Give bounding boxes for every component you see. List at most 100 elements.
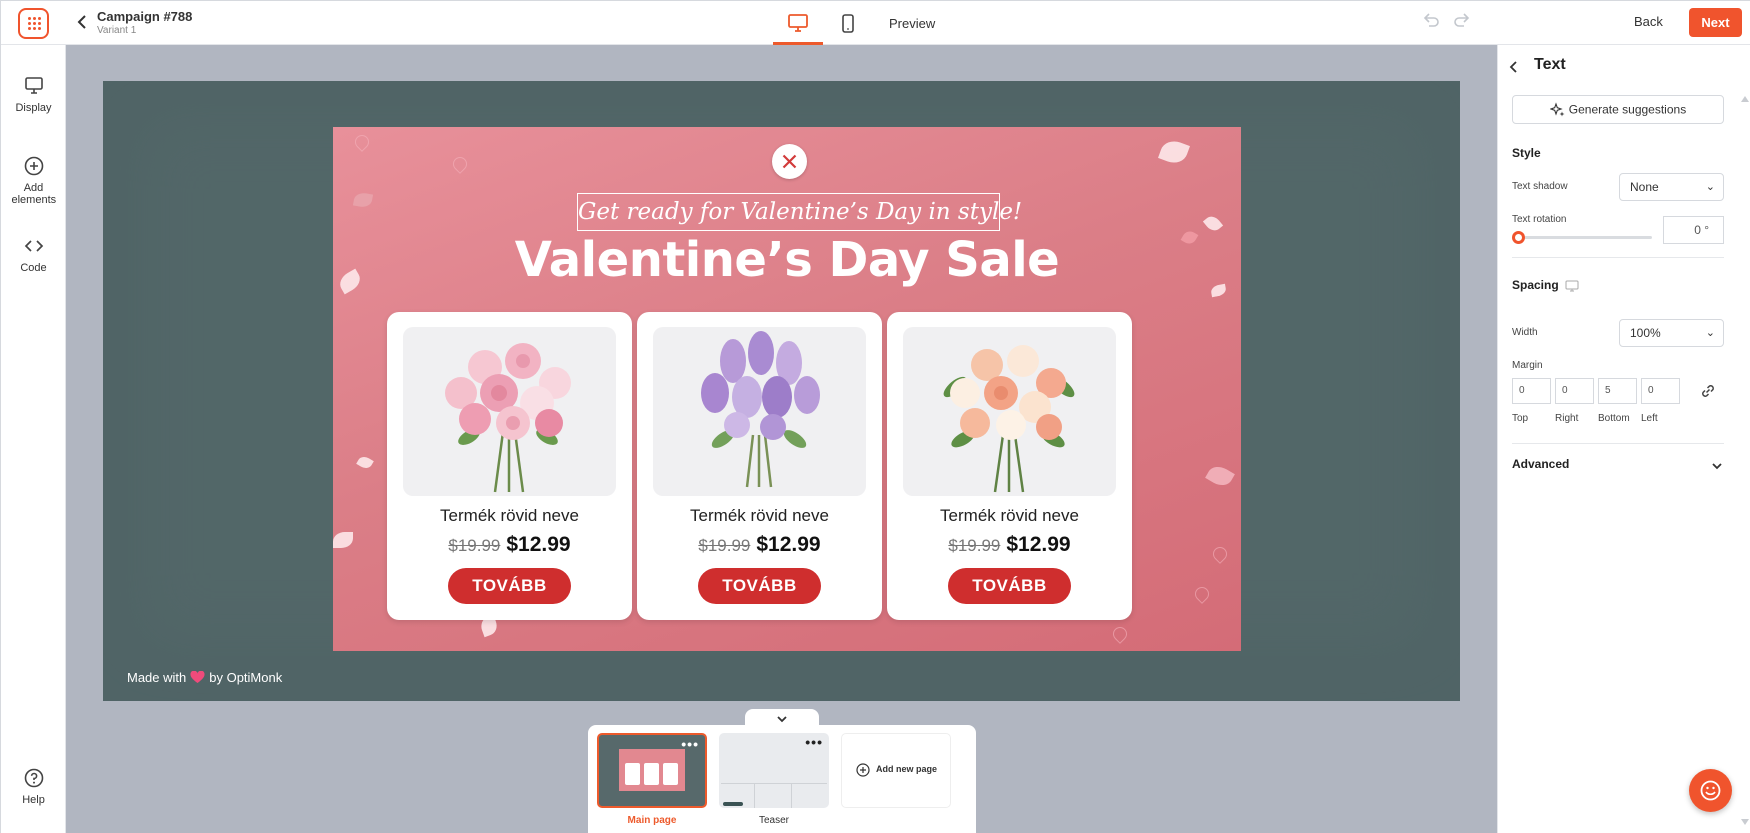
product-cta-button[interactable]: TOVÁBB xyxy=(698,568,821,604)
style-heading: Style xyxy=(1512,146,1541,160)
advanced-section-toggle[interactable]: Advanced xyxy=(1512,457,1724,477)
margin-right-label: Right xyxy=(1555,413,1579,424)
product-name[interactable]: Termék rövid neve xyxy=(387,506,632,526)
panel-title: Text xyxy=(1534,56,1566,73)
width-select[interactable]: 100% ⌄ xyxy=(1619,319,1724,347)
text-rotation-slider[interactable] xyxy=(1512,231,1654,245)
generate-suggestions-button[interactable]: Generate suggestions xyxy=(1512,95,1724,124)
preview-button[interactable]: Preview xyxy=(889,16,935,31)
product-card[interactable]: Termék rövid neve $19.99 $12.99 TOVÁBB xyxy=(887,312,1132,620)
chat-support-icon xyxy=(1700,780,1721,801)
plus-circle-icon xyxy=(24,156,43,176)
variant-name: Variant 1 xyxy=(97,25,137,36)
page-options-icon[interactable]: ••• xyxy=(681,737,699,751)
top-bar: Campaign #788 Variant 1 Preview Back Nex… xyxy=(1,1,1750,45)
editor-canvas: Get ready for Valentine’s Day in style! … xyxy=(66,45,1497,833)
page-thumbnail-main[interactable]: ••• xyxy=(597,733,707,808)
sale-price: $12.99 xyxy=(506,533,571,556)
add-new-page-button[interactable]: Add new page xyxy=(841,733,951,808)
sale-price: $12.99 xyxy=(1006,533,1071,556)
support-chat-button[interactable] xyxy=(1689,769,1732,812)
desktop-icon xyxy=(1565,280,1579,292)
generate-label: Generate suggestions xyxy=(1568,102,1687,117)
product-cta-button[interactable]: TOVÁBB xyxy=(448,568,571,604)
sidebar-item-help[interactable]: Help xyxy=(1,767,66,806)
optimonk-logo[interactable] xyxy=(18,8,49,39)
spacing-heading-label: Spacing xyxy=(1512,278,1559,292)
back-button[interactable]: Back xyxy=(1634,14,1663,29)
heart-decoration xyxy=(1210,544,1230,564)
redo-icon[interactable] xyxy=(1453,12,1471,34)
old-price: $19.99 xyxy=(448,536,501,555)
close-icon xyxy=(782,154,797,169)
width-value: 100% xyxy=(1630,326,1661,340)
page-label-teaser[interactable]: Teaser xyxy=(719,815,829,826)
product-image-lilac xyxy=(653,327,866,496)
sale-price: $12.99 xyxy=(756,533,821,556)
desktop-view-button[interactable] xyxy=(773,1,823,45)
heart-icon xyxy=(190,671,205,684)
chevron-down-icon xyxy=(1712,463,1722,470)
mobile-icon xyxy=(842,14,854,33)
sidebar-item-label: Add elements xyxy=(11,182,57,206)
margin-top-label: Top xyxy=(1512,413,1529,424)
product-card[interactable]: Termék rövid neve $19.99 $12.99 TOVÁBB xyxy=(387,312,632,620)
made-with-optimonk-badge[interactable]: Made with by OptiMonk xyxy=(127,669,282,685)
left-sidebar: Display Add elements Code Help xyxy=(1,45,66,833)
back-chevron-icon[interactable] xyxy=(76,13,88,31)
page-label-main[interactable]: Main page xyxy=(597,815,707,826)
product-card[interactable]: Termék rövid neve $19.99 $12.99 TOVÁBB xyxy=(637,312,882,620)
scroll-down-icon[interactable] xyxy=(1741,819,1749,825)
product-cta-button[interactable]: TOVÁBB xyxy=(948,568,1071,604)
divider xyxy=(1512,257,1724,258)
width-label: Width xyxy=(1512,327,1538,338)
monitor-icon xyxy=(24,77,43,94)
scroll-up-icon[interactable] xyxy=(1741,96,1749,102)
petal-decoration xyxy=(1158,137,1190,167)
mobile-view-button[interactable] xyxy=(836,13,860,35)
margin-label: Margin xyxy=(1512,360,1543,371)
code-icon xyxy=(24,240,43,252)
valentine-popup[interactable]: Get ready for Valentine’s Day in style! … xyxy=(333,127,1241,651)
chevron-down-icon: ⌄ xyxy=(1705,181,1715,193)
next-button[interactable]: Next xyxy=(1689,8,1742,37)
sidebar-item-code[interactable]: Code xyxy=(1,235,66,274)
heart-decoration xyxy=(352,132,372,152)
margin-top-input[interactable]: 0 xyxy=(1512,378,1551,404)
petal-decoration xyxy=(1205,462,1235,490)
text-shadow-select[interactable]: None ⌄ xyxy=(1619,173,1724,201)
divider xyxy=(1512,443,1724,444)
page-options-icon[interactable]: ••• xyxy=(805,735,823,749)
margin-bottom-label: Bottom xyxy=(1598,413,1630,424)
chevron-left-icon[interactable] xyxy=(1508,60,1520,74)
campaign-title[interactable]: Campaign #788 xyxy=(97,9,192,24)
add-page-label: Add new page xyxy=(876,764,938,774)
popup-close-button[interactable] xyxy=(772,144,807,179)
advanced-heading: Advanced xyxy=(1512,457,1570,471)
text-rotation-input[interactable]: 0 ° xyxy=(1663,216,1724,244)
margin-left-input[interactable]: 0 xyxy=(1641,378,1680,404)
made-with-prefix: Made with xyxy=(127,670,187,686)
chevron-down-icon xyxy=(777,716,787,723)
petal-decoration xyxy=(352,191,374,209)
sidebar-item-label: Display xyxy=(15,102,52,114)
product-name[interactable]: Termék rövid neve xyxy=(887,506,1132,526)
margin-bottom-input[interactable]: 5 xyxy=(1598,378,1637,404)
popup-headline[interactable]: Get ready for Valentine’s Day in style! xyxy=(577,193,1022,231)
sidebar-item-add-elements[interactable]: Add elements xyxy=(1,155,66,206)
popup-title[interactable]: Valentine’s Day Sale xyxy=(333,231,1241,289)
margin-left-label: Left xyxy=(1641,413,1658,424)
sidebar-item-display[interactable]: Display xyxy=(1,75,66,114)
thumb-popup-preview xyxy=(619,749,685,791)
margin-right-input[interactable]: 0 xyxy=(1555,378,1594,404)
undo-icon[interactable] xyxy=(1422,12,1440,34)
slider-handle[interactable] xyxy=(1512,231,1525,244)
link-icon[interactable] xyxy=(1699,382,1717,400)
product-name[interactable]: Termék rövid neve xyxy=(637,506,882,526)
page-thumbnail-teaser[interactable]: ••• xyxy=(719,733,829,808)
old-price: $19.99 xyxy=(698,536,751,555)
text-rotation-label: Text rotation xyxy=(1512,214,1567,225)
old-price: $19.99 xyxy=(948,536,1001,555)
chevron-down-icon: ⌄ xyxy=(1705,327,1715,339)
heart-decoration xyxy=(1110,624,1130,644)
